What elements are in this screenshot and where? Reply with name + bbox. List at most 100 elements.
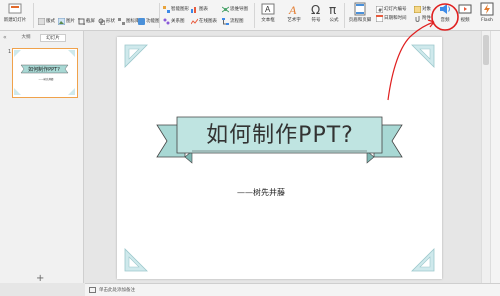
attachment-label: 附件 xyxy=(422,16,431,21)
mind-map-icon xyxy=(222,6,229,12)
online-chart-button[interactable]: 在线图表 xyxy=(191,16,217,26)
ribbon-separator xyxy=(159,3,160,28)
tab-outline[interactable]: 大纲 xyxy=(14,34,38,42)
mind-map-button[interactable]: 思维导图 xyxy=(222,4,248,14)
object-icon xyxy=(414,5,421,13)
formula-label: 公式 xyxy=(329,18,339,23)
art-text-label: 艺术字 xyxy=(287,18,301,23)
online-chart-label: 在线图表 xyxy=(199,19,217,24)
shape-button[interactable]: 形状 xyxy=(98,16,115,26)
omega-icon: Ω xyxy=(311,3,320,16)
thumbnail-title: 如何制作PPT? xyxy=(28,66,60,73)
smart-art-button[interactable]: 智能图形 xyxy=(163,4,189,14)
svg-text:A: A xyxy=(288,3,297,16)
art-text-button[interactable]: A 艺术字 xyxy=(282,1,306,30)
slide-decoration xyxy=(124,44,435,272)
shape-icon xyxy=(98,18,105,25)
speaker-icon xyxy=(440,4,450,14)
date-time-button[interactable]: 日期和时间 xyxy=(376,13,407,23)
video-button[interactable]: 视频 xyxy=(456,1,474,30)
theme-button[interactable]: 版式 xyxy=(38,16,55,26)
tab-slides[interactable]: 幻灯片 xyxy=(40,34,66,42)
flash-label: Flash xyxy=(481,18,493,23)
picture-icon xyxy=(58,17,65,25)
flash-icon xyxy=(480,2,494,16)
slide-thumbnail[interactable]: 如何制作PPT? ——树先井藤 xyxy=(12,48,78,98)
notes-placeholder: 单击此处添加备注 xyxy=(99,288,135,293)
bar-chart-icon xyxy=(191,6,196,13)
new-slide-icon xyxy=(8,3,22,14)
flash-button[interactable]: Flash xyxy=(476,1,498,30)
thumbnail-number: 1 xyxy=(8,49,12,55)
ribbon-separator xyxy=(344,3,345,28)
corner-ornament-bottom-right xyxy=(411,248,435,272)
slide-canvas[interactable]: 如何制作PPT? ——树先井藤 xyxy=(117,37,442,279)
ribbon-separator xyxy=(254,3,255,28)
func-icon-icon xyxy=(138,17,145,25)
slide-subtitle[interactable]: ——树先井藤 xyxy=(237,187,367,199)
thumbnail-preview: 如何制作PPT? ——树先井藤 xyxy=(14,50,75,95)
slide-number-label: 幻灯片编号 xyxy=(384,7,407,12)
mind-map-label: 思维导图 xyxy=(230,7,248,12)
date-time-label: 日期和时间 xyxy=(384,16,407,21)
corner-ornament-top-right xyxy=(411,44,435,68)
slide-editing-area: 如何制作PPT? ——树先井藤 xyxy=(85,31,481,283)
slide-number-icon: # xyxy=(376,5,383,13)
add-slide-button[interactable]: + xyxy=(36,273,44,284)
pane-tabs: « 大纲 幻灯片 xyxy=(0,33,84,43)
attachment-button[interactable]: 附件 xyxy=(414,13,431,23)
audio-label: 音频 xyxy=(440,18,450,23)
header-footer-label: 页眉和页脚 xyxy=(348,18,372,23)
picture-label: 图片 xyxy=(66,19,75,24)
text-box-icon: A xyxy=(261,3,275,15)
chart-button[interactable]: 图表 xyxy=(191,4,208,14)
ribbon-separator xyxy=(33,3,34,28)
svg-text:π: π xyxy=(329,3,336,16)
online-chart-icon xyxy=(191,18,198,24)
theme-label: 版式 xyxy=(46,19,55,24)
slide-title[interactable]: 如何制作PPT? xyxy=(185,121,375,151)
theme-icon xyxy=(38,17,45,25)
icon-lib-button[interactable]: 图标库 xyxy=(118,16,140,26)
calendar-icon xyxy=(376,14,383,22)
video-label: 视频 xyxy=(460,18,470,23)
object-label: 对象 xyxy=(422,7,431,12)
scrollbar-thumb[interactable] xyxy=(483,35,489,65)
svg-text:A: A xyxy=(265,5,271,14)
svg-text:Ω: Ω xyxy=(311,3,320,16)
smart-art-label: 智能图形 xyxy=(171,7,189,12)
new-slide-label: 新建幻灯片 xyxy=(3,18,27,23)
audio-button[interactable]: 音频 xyxy=(436,1,454,30)
icon-lib-icon xyxy=(118,17,125,25)
screenshot-button[interactable]: 截屏 xyxy=(78,16,95,26)
formula-button[interactable]: π 公式 xyxy=(326,1,342,30)
picture-button[interactable]: 图片 xyxy=(58,16,75,26)
notes-bar[interactable]: 单击此处添加备注 xyxy=(85,283,500,296)
corner-ornament-bottom-left xyxy=(124,248,148,272)
relation-map-button[interactable]: 关系图 xyxy=(163,16,185,26)
text-box-button[interactable]: A 文本框 xyxy=(257,1,279,30)
header-footer-button[interactable]: 页眉和页脚 xyxy=(346,1,374,30)
relation-map-icon xyxy=(163,18,170,24)
right-side-panel xyxy=(490,31,500,283)
header-footer-icon xyxy=(354,2,366,16)
flowchart-button[interactable]: 流程图 xyxy=(222,16,244,26)
chart-label: 图表 xyxy=(199,7,208,12)
relation-map-label: 关系图 xyxy=(171,19,185,24)
svg-text:#: # xyxy=(378,8,382,13)
screenshot-label: 截屏 xyxy=(86,19,95,24)
slide-thumbnail-pane: « 大纲 幻灯片 1 如何制作PPT? ——树先井藤 + xyxy=(0,31,84,284)
smart-art-icon xyxy=(163,5,170,13)
collapse-pane-icon[interactable]: « xyxy=(3,34,7,41)
art-text-icon: A xyxy=(288,3,297,16)
text-box-label: 文本框 xyxy=(261,18,275,23)
shape-label: 形状 xyxy=(106,19,115,24)
flowchart-icon xyxy=(222,17,229,25)
vertical-scrollbar[interactable] xyxy=(481,31,490,283)
new-slide-button[interactable]: 新建幻灯片 xyxy=(2,1,28,30)
pi-icon: π xyxy=(329,3,336,16)
func-icon-button[interactable]: 功能图 xyxy=(138,16,160,26)
ribbon-toolbar: 新建幻灯片 版式 图片 截屏 形状 图标库 功能图 智能图形 图表 思维导图 关… xyxy=(0,0,500,31)
symbol-button[interactable]: Ω 符号 xyxy=(308,1,324,30)
notes-icon xyxy=(89,287,96,293)
